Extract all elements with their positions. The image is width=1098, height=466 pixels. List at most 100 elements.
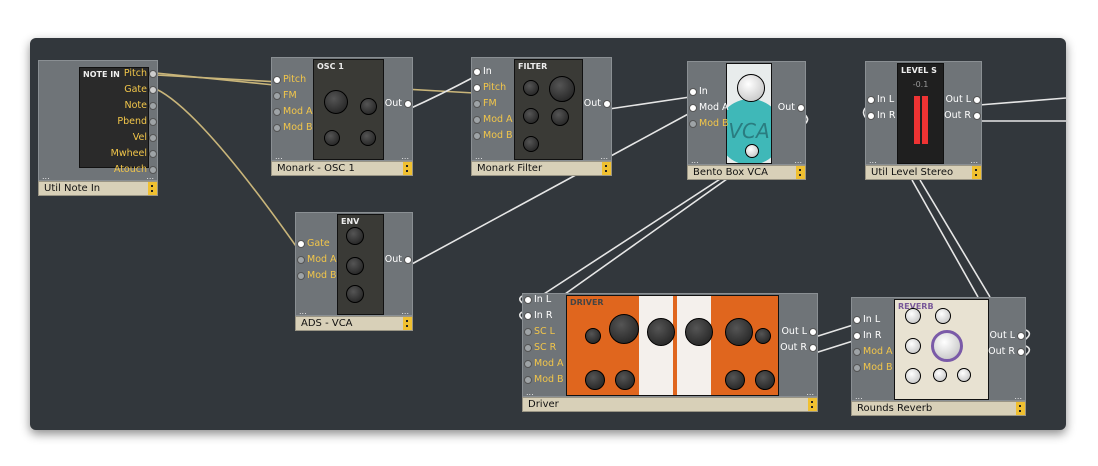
module-menu-icon[interactable] [602, 162, 611, 175]
input-port-mod-a[interactable]: Mod A [295, 254, 337, 266]
knob[interactable] [755, 370, 775, 390]
output-port-pbend[interactable]: Pbend [117, 116, 159, 128]
port-jack-icon[interactable] [273, 123, 281, 132]
output-port-note[interactable]: Note [125, 100, 160, 112]
port-jack-icon[interactable] [1017, 331, 1025, 340]
knob[interactable] [755, 328, 771, 344]
output-port-out[interactable]: Out [385, 98, 414, 110]
port-jack-icon[interactable] [797, 103, 805, 112]
knob[interactable] [346, 285, 364, 303]
input-port-pitch[interactable]: Pitch [471, 82, 506, 94]
port-jack-icon[interactable] [149, 133, 157, 142]
port-jack-icon[interactable] [867, 111, 875, 120]
module-driver[interactable]: DRIVER In L In R SC L SC R Mod A Mod B Out L Out… [522, 293, 818, 412]
module-body[interactable]: OSC 1 Pitch FM Mod A Mod B Out...... [271, 57, 413, 161]
output-port-out-r[interactable]: Out R [988, 346, 1027, 358]
module-menu-icon[interactable] [148, 182, 157, 195]
device-panel[interactable]: LEVEL S -0.1 [897, 63, 944, 164]
module-menu-icon[interactable] [808, 398, 817, 411]
knob[interactable] [957, 368, 971, 382]
knob[interactable] [523, 136, 539, 152]
input-port-fm[interactable]: FM [271, 90, 297, 102]
input-port-mod-b[interactable]: Mod B [471, 130, 513, 142]
port-jack-icon[interactable] [524, 343, 532, 352]
device-panel[interactable]: VCA [726, 63, 772, 164]
port-jack-icon[interactable] [297, 271, 305, 280]
output-port-gate[interactable]: Gate [124, 84, 159, 96]
output-port-out-r[interactable]: Out R [944, 110, 983, 122]
input-port-sc-r[interactable]: SC R [522, 342, 556, 354]
port-jack-icon[interactable] [473, 83, 481, 92]
knob[interactable] [725, 370, 745, 390]
module-title-bar[interactable]: Monark Filter [471, 161, 612, 176]
port-jack-icon[interactable] [853, 315, 861, 324]
port-jack-icon[interactable] [524, 311, 532, 320]
port-jack-icon[interactable] [973, 111, 981, 120]
port-jack-icon[interactable] [149, 69, 157, 78]
input-port-in-r[interactable]: In R [851, 330, 881, 342]
port-jack-icon[interactable] [473, 67, 481, 76]
input-port-mod-b[interactable]: Mod B [687, 118, 729, 130]
module-title-bar[interactable]: Bento Box VCA [687, 165, 806, 180]
device-panel[interactable]: ENV [337, 214, 384, 315]
module-title-bar[interactable]: Driver [522, 397, 818, 412]
knob[interactable] [609, 314, 639, 344]
port-jack-icon[interactable] [473, 131, 481, 140]
module-title-bar[interactable]: Rounds Reverb [851, 401, 1026, 416]
device-panel[interactable]: REVERB [894, 299, 989, 400]
knob[interactable] [615, 370, 635, 390]
port-jack-icon[interactable] [689, 87, 697, 96]
knob[interactable] [551, 108, 569, 126]
knob[interactable] [346, 257, 364, 275]
input-port-in-r[interactable]: In R [865, 110, 895, 122]
module-body[interactable]: REVERB In L In R Mod A Mod B Out L Out R...... [851, 297, 1026, 401]
module-title-bar[interactable]: Util Note In [38, 181, 158, 196]
port-jack-icon[interactable] [404, 99, 412, 108]
knob[interactable] [585, 370, 605, 390]
module-monark-osc-1[interactable]: OSC 1 Pitch FM Mod A Mod B Out...... Monark - … [271, 57, 413, 176]
port-jack-icon[interactable] [524, 375, 532, 384]
port-jack-icon[interactable] [473, 99, 481, 108]
device-panel[interactable]: FILTER [514, 59, 583, 160]
port-jack-icon[interactable] [297, 239, 305, 248]
knob[interactable] [346, 227, 364, 245]
module-body[interactable]: DRIVER In L In R SC L SC R Mod A Mod B Out L Out… [522, 293, 818, 397]
output-port-pitch[interactable]: Pitch [124, 68, 159, 80]
input-port-in[interactable]: In [471, 66, 492, 78]
module-util-level-stereo[interactable]: LEVEL S -0.1 In L In R Out L Out R...... Util … [865, 61, 982, 180]
output-port-mwheel[interactable]: Mwheel [111, 148, 159, 160]
module-title-bar[interactable]: ADS - VCA [295, 316, 413, 331]
knob[interactable] [725, 318, 753, 346]
port-jack-icon[interactable] [853, 347, 861, 356]
module-util-note-in[interactable]: NOTE IN Pitch Gate Note Pbend Vel Mwheel Atouch… [38, 60, 158, 196]
input-port-pitch[interactable]: Pitch [271, 74, 306, 86]
port-jack-icon[interactable] [273, 75, 281, 84]
knob[interactable] [360, 130, 376, 146]
input-port-mod-a[interactable]: Mod A [271, 106, 313, 118]
input-port-in-r[interactable]: In R [522, 310, 552, 322]
output-port-vel[interactable]: Vel [133, 132, 159, 144]
knob[interactable] [647, 318, 675, 346]
input-port-in[interactable]: In [687, 86, 708, 98]
module-menu-icon[interactable] [403, 317, 412, 330]
knob[interactable] [905, 368, 921, 384]
knob[interactable] [931, 330, 963, 362]
input-port-mod-b[interactable]: Mod B [295, 270, 337, 282]
port-jack-icon[interactable] [853, 331, 861, 340]
port-jack-icon[interactable] [524, 295, 532, 304]
port-jack-icon[interactable] [524, 359, 532, 368]
knob[interactable] [935, 308, 951, 324]
input-port-gate[interactable]: Gate [295, 238, 330, 250]
output-port-out[interactable]: Out [778, 102, 807, 114]
input-port-in-l[interactable]: In L [851, 314, 880, 326]
output-port-out[interactable]: Out [584, 98, 613, 110]
port-jack-icon[interactable] [603, 99, 611, 108]
port-jack-icon[interactable] [524, 327, 532, 336]
port-jack-icon[interactable] [404, 255, 412, 264]
knob[interactable] [549, 76, 575, 102]
knob[interactable] [737, 74, 765, 102]
port-jack-icon[interactable] [1017, 347, 1025, 356]
knob[interactable] [933, 368, 947, 382]
knob[interactable] [685, 318, 713, 346]
port-jack-icon[interactable] [149, 101, 157, 110]
